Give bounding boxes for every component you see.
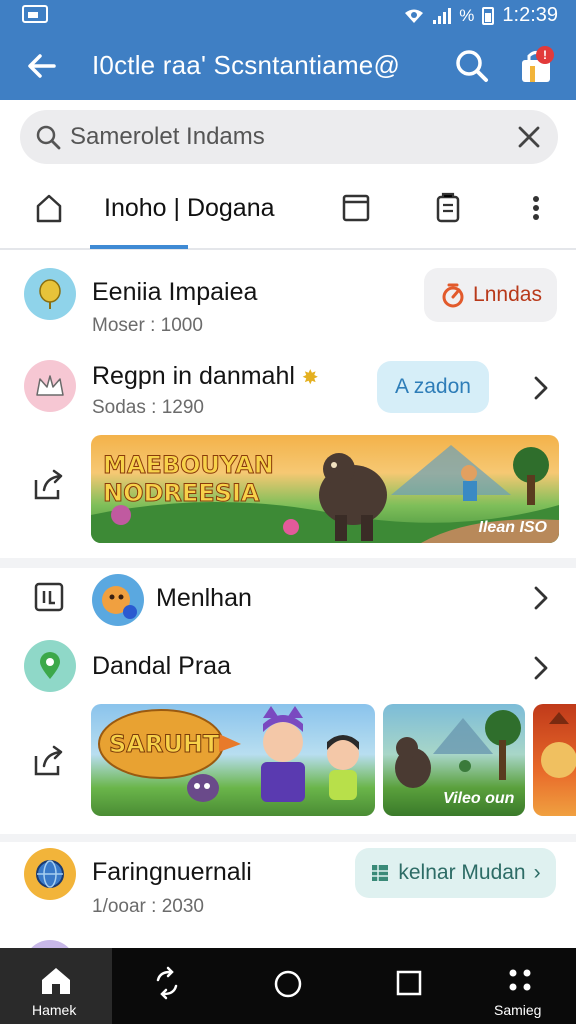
bookmark-tab-icon[interactable] <box>338 190 374 226</box>
recent-swap-icon[interactable] <box>150 966 184 1000</box>
item-title[interactable]: Dandal Praa <box>92 652 231 681</box>
item-title[interactable]: Faringnuernali <box>92 858 252 887</box>
chevron-right-icon: › <box>533 861 541 884</box>
banner-caption: Ilean ISO <box>478 519 547 536</box>
item-subtitle: 1/ooar : 2030 <box>92 896 204 917</box>
item-subtitle: Sodas : 1290 <box>92 397 204 418</box>
share-icon[interactable] <box>32 468 66 502</box>
tab-active[interactable]: Inoho | Dogana <box>104 194 275 223</box>
item-title[interactable]: Regpn in danmahl ✸ <box>92 362 319 391</box>
avatar <box>24 268 76 320</box>
gallery-icon[interactable] <box>32 580 66 614</box>
tab-bar: Inoho | Dogana <box>0 170 576 250</box>
chevron-right-icon[interactable] <box>530 374 552 402</box>
banner-caption: Vileo oun <box>443 790 515 807</box>
item-title-text: Regpn in danmahl <box>92 362 295 390</box>
game-banner[interactable]: Vileo oun <box>383 704 525 816</box>
sparkle-icon: ✸ <box>301 367 319 389</box>
home-tab-icon[interactable] <box>30 190 68 228</box>
app-title: I0ctle raa' Scsntantiame@ <box>92 50 401 80</box>
overview-square-icon[interactable] <box>394 968 424 998</box>
avatar <box>24 360 76 412</box>
avatar <box>24 848 76 900</box>
card-group-2: Menlhan Dandal Praa SARUHT Vileo oun <box>0 568 576 834</box>
balloon-icon <box>39 279 61 309</box>
item-action-button[interactable]: Lnndas <box>424 268 557 322</box>
status-time: 1:2:39 <box>502 4 558 26</box>
avatar <box>24 640 76 692</box>
item-action-button[interactable]: A zadon <box>377 361 489 413</box>
clipboard-tab-icon[interactable] <box>430 190 466 226</box>
item-action-label: kelnar Mudan <box>398 861 526 884</box>
item-title[interactable]: Eeniia Impaiea <box>92 278 257 307</box>
back-arrow-icon[interactable] <box>24 48 60 84</box>
banner-title: MAEBOUYAN NODREESIA <box>103 451 275 508</box>
banner-title: SARUHT <box>108 730 220 759</box>
banner-scene-illustration <box>98 706 359 802</box>
game-banner[interactable] <box>533 704 576 816</box>
bottom-nav: Hamek Samieg <box>0 948 576 1024</box>
signal-icon <box>433 7 452 24</box>
item-title[interactable]: Menlhan <box>156 584 252 613</box>
character-icon <box>102 586 137 619</box>
location-pin-icon <box>40 652 60 679</box>
screenshot-icon <box>22 5 48 23</box>
share-icon[interactable] <box>32 744 66 778</box>
section-divider <box>0 834 576 842</box>
game-banner[interactable]: SARUHT <box>91 704 375 816</box>
app-bar: I0ctle raa' Scsntantiame@ ! <box>0 30 576 100</box>
search-icon[interactable] <box>452 46 492 86</box>
game-banner[interactable]: MAEBOUYAN NODREESIA Ilean ISO <box>91 435 559 543</box>
tab-indicator <box>90 245 188 249</box>
chevron-right-icon[interactable] <box>530 584 552 612</box>
item-action-label: Lnndas <box>473 283 542 306</box>
grid-icon <box>372 865 389 881</box>
list-item: Faringnuernali 1/ooar : 2030 kelnar Muda… <box>0 842 576 948</box>
section-divider <box>0 558 576 568</box>
item-subtitle: Moser : 1000 <box>92 315 203 336</box>
home-icon <box>42 968 70 994</box>
item-action-label: A zadon <box>395 375 471 398</box>
item-action-button[interactable]: kelnar Mudan › <box>355 848 556 898</box>
notifications-button[interactable]: ! <box>516 46 556 86</box>
battery-icon <box>482 6 495 25</box>
close-icon[interactable] <box>516 124 542 150</box>
search-input[interactable] <box>70 118 500 156</box>
chevron-right-icon[interactable] <box>530 654 552 682</box>
search-bar <box>20 110 558 164</box>
status-percent: % <box>459 5 475 25</box>
banner-title-line1: MAEBOUYAN <box>103 451 275 480</box>
timer-icon <box>442 283 464 308</box>
nav-home-label: Hamek <box>32 1002 77 1018</box>
nav-settings-button[interactable]: Samieg <box>480 948 576 1024</box>
wifi-icon <box>405 9 424 23</box>
search-icon <box>36 125 61 150</box>
card-group-1: Eeniia Impaiea Moser : 1000 Lnndas Regpn… <box>0 252 576 558</box>
home-circle-icon[interactable] <box>272 968 304 1000</box>
banner-scene-illustration <box>541 712 576 778</box>
notification-badge: ! <box>536 46 554 64</box>
banner-title-line2: NODREESIA <box>103 479 260 508</box>
more-vertical-icon[interactable] <box>520 190 552 226</box>
status-bar: % 1:2:39 <box>0 0 576 30</box>
crown-icon <box>36 375 64 396</box>
globe-icon <box>36 860 64 888</box>
avatar <box>24 940 76 948</box>
nav-home-button[interactable]: Hamek <box>0 948 112 1024</box>
avatar <box>92 574 144 626</box>
apps-grid-icon <box>509 969 531 991</box>
nav-settings-label: Samieg <box>494 1002 542 1018</box>
